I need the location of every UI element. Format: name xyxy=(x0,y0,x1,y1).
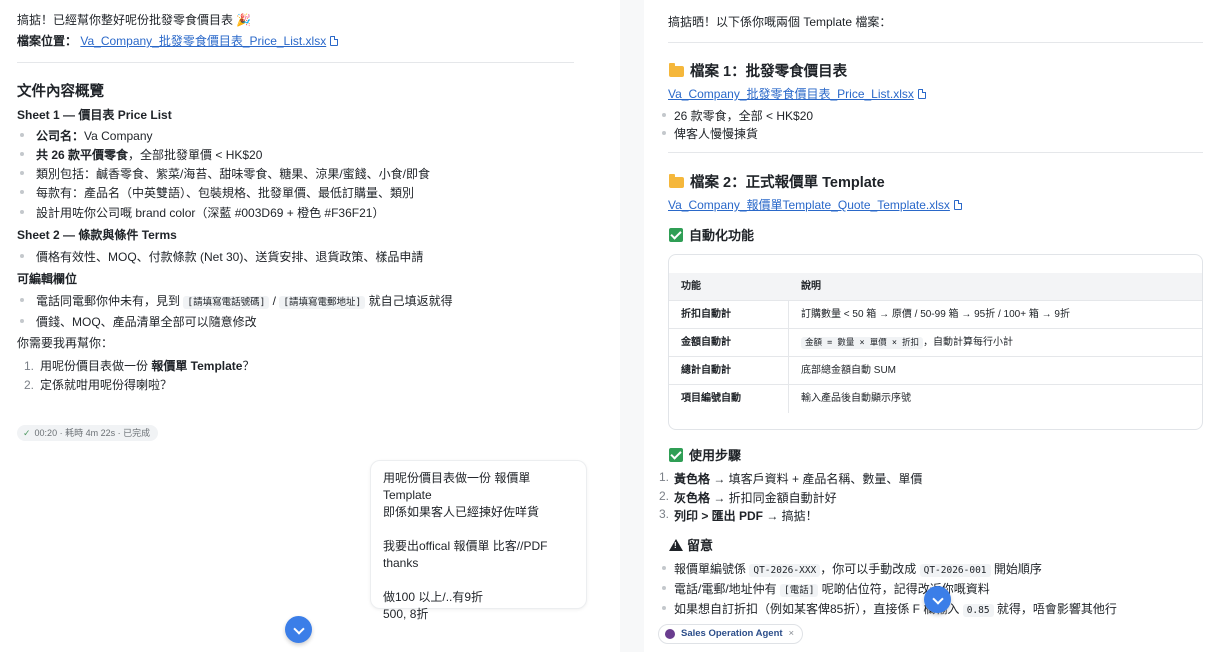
file-icon xyxy=(330,36,339,46)
file1-link-row: Va_Company_批發零食價目表_Price_List.xlsx xyxy=(668,85,926,102)
features-table: 功能 說明 折扣自動計 訂購數量 < 50 箱 → 原價 / 50-99 箱 →… xyxy=(668,254,1203,430)
folder-icon xyxy=(669,174,684,188)
user-message-bubble: 用呢份價目表做一份 報價單 Template 即係如果客人已經揀好佐咩貨 我要出… xyxy=(370,460,587,621)
divider xyxy=(17,62,574,63)
list-item: 公司名：Va Company xyxy=(20,127,153,144)
file-link-price-list[interactable]: Va_Company_批發零食價目表_Price_List.xlsx xyxy=(668,87,914,101)
list-item: 電話同電郵你仲未有，見到 [請填寫電話號碼] / [請填寫電郵地址] 就自己填返… xyxy=(20,292,453,309)
file1-heading: 檔案 1：批發零食價目表 xyxy=(669,60,847,81)
step-item: 3. 列印 > 匯出 PDF → 搞掂！ xyxy=(659,507,818,523)
divider xyxy=(668,42,1203,43)
placeholder-code: [請填寫電郵地址] xyxy=(279,296,366,309)
steps-heading: 使用步驟 xyxy=(669,445,741,464)
check-box-icon xyxy=(669,448,683,462)
list-item: 價格有效性、MOQ、付款條款 (Net 30)、送貨安排、退貨政策、樣品申請 xyxy=(19,248,423,265)
list-item: 價錢、MOQ、產品清單全部可以隨意修改 xyxy=(20,313,257,330)
next-question: 你需要我再幫你： xyxy=(17,336,114,350)
check-box-icon xyxy=(669,228,683,242)
agent-avatar-icon xyxy=(665,629,675,639)
list-item: 如果想自訂折扣（例如某客俾85折），直接係 F 欄輸入 0.85 就得，唔會影響… xyxy=(662,602,1117,617)
divider xyxy=(668,152,1203,153)
list-item: 26 款零食，全部 < HK$20 xyxy=(661,109,814,123)
close-icon[interactable]: × xyxy=(789,628,795,639)
scroll-down-button[interactable] xyxy=(924,586,951,613)
table-row: 項目編號自動 輸入產品後自動顯示序號 xyxy=(669,385,1202,413)
scroll-down-button[interactable] xyxy=(285,616,312,643)
chat-pane-left: 搞掂！已經幫你整好呢份批發零食價目表 🎉 檔案位置： Va_Company_批發… xyxy=(0,0,620,652)
assistant-intro: 搞掂！已經幫你整好呢份批發零食價目表 🎉 xyxy=(17,13,252,27)
overview-title: 文件內容概覽 xyxy=(17,84,104,100)
check-icon: ✓ xyxy=(23,428,31,438)
placeholder-code: [請填寫電話號碼] xyxy=(183,296,270,309)
file-link-quote-template[interactable]: Va_Company_報價單Template_Quote_Template.xl… xyxy=(668,198,950,212)
file2-link-row: Va_Company_報價單Template_Quote_Template.xl… xyxy=(668,196,962,213)
table-header-row: 功能 說明 xyxy=(669,273,1202,301)
table-row: 總計自動計 底部總金額自動 SUM xyxy=(669,357,1202,385)
list-item: 類別包括：鹹香零食、紫菜/海苔、甜味零食、糖果、涼果/蜜餞、小食/即食 xyxy=(19,165,430,182)
editable-title: 可編輯欄位 xyxy=(17,272,78,286)
step-item: 2. 灰色格 → 折扣同金額自動計好 xyxy=(659,489,837,505)
list-item: 俾客人慢慢揀貨 xyxy=(661,127,759,141)
auto-heading: 自動化功能 xyxy=(669,225,754,244)
notes-heading: 留意 xyxy=(669,535,713,554)
option-item: 1. 用呢份價目表做一份 報價單 Template？ xyxy=(24,359,255,373)
file-location: 檔案位置： Va_Company_批發零食價目表_Price_List.xlsx xyxy=(17,32,339,49)
chat-pane-right: 搞掂晒！以下係你嘅兩個 Template 檔案： 檔案 1：批發零食價目表 Va… xyxy=(644,0,1214,652)
file2-heading: 檔案 2：正式報價單 Template xyxy=(669,171,885,192)
list-item: 每款有：產品名（中英雙語）、包裝規格、批發單價、最低訂購量、類別 xyxy=(19,184,414,201)
table-row: 折扣自動計 訂購數量 < 50 箱 → 原價 / 50-99 箱 → 95折 /… xyxy=(669,301,1202,329)
sheet1-title: Sheet 1 — 價目表 Price List xyxy=(17,108,172,122)
pane-gutter xyxy=(620,0,644,652)
option-item: 2. 定係就咁用呢份得喇啦？ xyxy=(24,378,173,392)
table-row: 金額自動計 金額 = 數量 × 單價 × 折扣 ，自動計算每行小計 xyxy=(669,329,1202,357)
file-link-price-list[interactable]: Va_Company_批發零食價目表_Price_List.xlsx xyxy=(80,34,326,48)
status-badge: ✓ 00:20 · 耗時 4m 22s · 已完成 xyxy=(17,425,159,441)
sheet2-title: Sheet 2 — 條款與條件 Terms xyxy=(17,228,177,242)
list-item: 設計用咗你公司嘅 brand color（深藍 #003D69 + 橙色 #F3… xyxy=(19,204,384,221)
file-icon xyxy=(953,200,962,210)
list-item: 共 26 款平價零食，全部批發單價 < HK$20 xyxy=(19,146,262,163)
file-location-label: 檔案位置： xyxy=(17,34,78,48)
warning-icon xyxy=(669,539,683,551)
agent-chip[interactable]: Sales Operation Agent × xyxy=(658,624,804,644)
assistant-intro: 搞掂晒！以下係你嘅兩個 Template 檔案： xyxy=(668,15,892,29)
step-item: 1. 黃色格 → 填客戶資料 + 產品名稱、數量、單價 xyxy=(659,470,923,486)
file-icon xyxy=(917,89,926,99)
list-item: 報價單編號係 QT-2026-XXX ，你可以手動改成 QT-2026-001 開… xyxy=(662,562,1042,577)
folder-icon xyxy=(669,63,684,77)
